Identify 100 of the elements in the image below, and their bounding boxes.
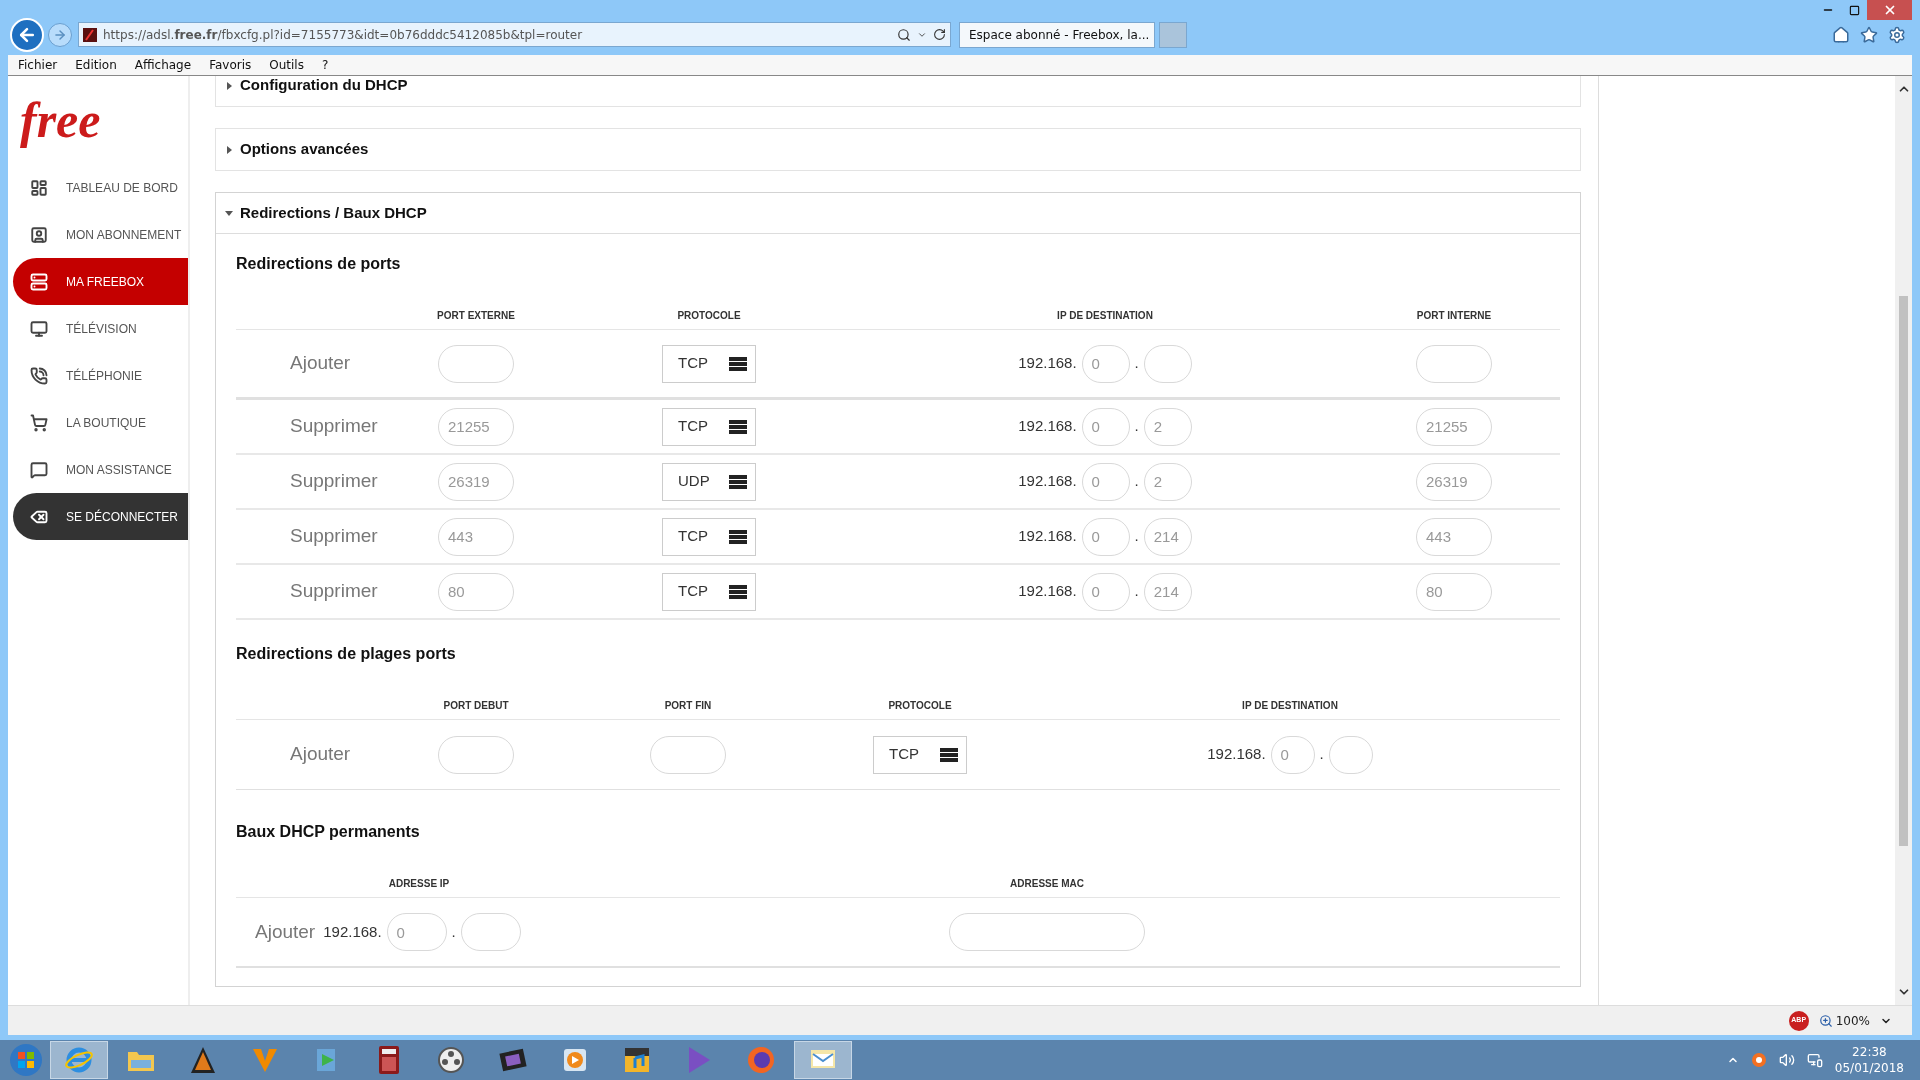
ip-separator: . [1134,471,1139,492]
menu-item[interactable]: ? [321,56,329,74]
subsection-title: Redirections de ports [236,254,401,274]
list-icon [729,419,747,434]
port-field[interactable]: 26319 [1416,462,1492,501]
ip-prefix: 192.168. [1018,416,1077,437]
subsection-title: Redirections de plages ports [236,644,456,664]
action-link[interactable]: Supprimer [236,577,396,606]
action-link[interactable]: Ajouter [236,740,396,769]
action-link[interactable]: Supprimer [236,522,396,551]
ip-octet-field[interactable]: 0 [1081,517,1130,556]
menu-item[interactable]: Favoris [209,56,252,74]
phone-icon [30,366,48,385]
port-field[interactable]: 80 [438,572,514,611]
ip-prefix: 192.168. [1207,744,1266,765]
ip-octet-field[interactable]: 214 [1143,517,1192,556]
mac-address-field[interactable] [949,913,1145,951]
panel-header[interactable]: Options avancées [216,129,1580,170]
nav-item[interactable]: TÉLÉVISION [13,305,188,352]
protocol-select[interactable]: TCP [873,735,967,774]
port-field[interactable]: 21255 [438,407,514,446]
maximize-icon [1848,4,1860,16]
nav-item[interactable]: LA BOUTIQUE [13,399,188,446]
protocol-select[interactable]: UDP [662,462,756,501]
search-icon[interactable] [897,27,911,42]
ip-octet-field[interactable]: 2 [1143,407,1192,446]
ip-octet-field[interactable] [460,913,521,951]
action-link[interactable]: Ajouter [236,349,396,378]
protocol-select[interactable]: TCP [662,517,756,556]
action-link[interactable]: Supprimer [236,412,396,441]
chat-icon [30,460,48,479]
column-header: PORT EXTERNE [437,309,515,323]
monitor-icon [30,319,48,338]
ip-octet-field[interactable]: 0 [386,913,447,951]
nav-item[interactable]: TÉLÉPHONIE [13,352,188,399]
clock[interactable]: 22:38 05/01/2018 [1834,1044,1904,1076]
ip-octet-field[interactable]: 0 [1081,572,1130,611]
zoom-icon [1818,1013,1833,1028]
back-button[interactable] [10,17,44,52]
ip-octet-field[interactable] [1143,344,1192,383]
port-field[interactable] [438,735,514,774]
ip-prefix: 192.168. [1018,471,1077,492]
volume-icon[interactable] [1778,1052,1795,1068]
browser-icon[interactable] [50,1041,108,1079]
network-icon[interactable] [1806,1052,1823,1068]
ip-separator: . [1319,744,1324,765]
column-header: PROTOCOLE [677,309,741,323]
nav-item[interactable]: MON ASSISTANCE [13,446,188,493]
port-field[interactable]: 26319 [438,462,514,501]
protocol-select[interactable]: TCP [662,344,756,383]
list-icon [729,356,747,371]
dashboard-icon [30,178,48,197]
browser-tab[interactable]: Espace abonné - Freebox, la... [959,21,1155,48]
column-header: ADRESSE IP [388,877,450,891]
panel-header[interactable]: Redirections / Baux DHCP [216,193,1580,234]
nav-item[interactable]: TABLEAU DE BORD [13,164,188,211]
ip-octet-field[interactable] [1328,735,1373,774]
ip-octet-field[interactable]: 0 [1081,344,1130,383]
protocol-select[interactable]: TCP [662,572,756,611]
nav-item[interactable]: MON ABONNEMENT [13,211,188,258]
list-icon [729,474,747,489]
zoom-control[interactable]: 100% [1818,1011,1870,1030]
ip-octet-field[interactable]: 2 [1143,462,1192,501]
menu-item[interactable]: Fichier [18,56,58,74]
panel-header[interactable]: Configuration du DHCP [216,76,1580,106]
favorites-icon[interactable] [1860,25,1878,44]
list-icon [940,747,958,762]
action-link[interactable]: Ajouter [255,917,316,947]
menu-item[interactable]: Edition [75,56,117,74]
ip-octet-field[interactable]: 0 [1081,462,1130,501]
ip-octet-field[interactable]: 214 [1143,572,1192,611]
menu-item[interactable]: Outils [269,56,304,74]
cart-icon [30,413,48,432]
scrollbar[interactable] [1895,76,1912,1005]
mail-window-icon[interactable] [794,1041,852,1079]
port-field[interactable] [1416,344,1492,383]
forward-arrow-icon [53,27,67,42]
ip-octet-field[interactable]: 0 [1081,407,1130,446]
address-bar[interactable]: https://adsl.free.fr/fbxcfg.pl?id=7155773&idt=0b76dddc5412085b&tpl=router [78,22,951,47]
protocol-select[interactable]: TCP [662,407,756,446]
port-field[interactable] [650,735,726,774]
ip-separator: . [451,921,456,942]
port-field[interactable]: 21255 [1416,407,1492,446]
nav-item[interactable]: MA FREEBOX [13,258,188,305]
menu-item[interactable]: Affichage [134,56,192,74]
home-icon[interactable] [1832,25,1850,44]
logout-button[interactable]: SE DÉCONNECTER [13,493,188,540]
port-field[interactable]: 80 [1416,572,1492,611]
refresh-icon[interactable] [933,28,946,41]
action-link[interactable]: Supprimer [236,467,396,496]
ip-octet-field[interactable]: 0 [1270,735,1315,774]
column-header: PORT FIN [664,699,712,713]
forward-button[interactable] [48,22,72,47]
port-field[interactable] [438,344,514,383]
ip-separator: . [1134,353,1139,374]
id-card-icon [30,225,48,244]
port-field[interactable]: 443 [438,517,514,556]
settings-icon[interactable] [1888,25,1906,44]
antivirus-icon[interactable] [1750,1052,1767,1068]
port-field[interactable]: 443 [1416,517,1492,556]
